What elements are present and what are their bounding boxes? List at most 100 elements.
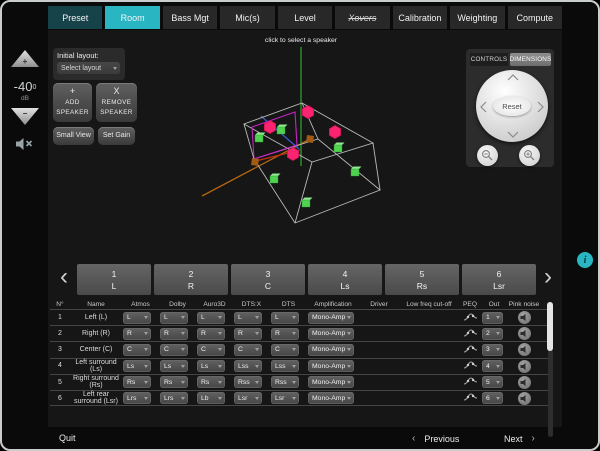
mute-button[interactable] bbox=[15, 137, 34, 156]
tab-level[interactable]: Level bbox=[278, 6, 332, 29]
dolby-select[interactable]: Lrs bbox=[160, 392, 188, 404]
pink-noise-button[interactable] bbox=[518, 327, 531, 340]
speaker-pink[interactable] bbox=[264, 121, 275, 134]
atmos-select[interactable]: R bbox=[123, 328, 151, 340]
channel-prev-button[interactable]: ‹ bbox=[60, 262, 68, 292]
speaker-pink[interactable] bbox=[302, 106, 313, 119]
speaker-green[interactable] bbox=[255, 135, 263, 142]
axis-handle-orange[interactable] bbox=[251, 158, 259, 166]
dolby-select[interactable]: Ls bbox=[160, 360, 188, 372]
channel-next-button[interactable]: › bbox=[544, 262, 552, 292]
pink-noise-button[interactable] bbox=[518, 360, 531, 373]
dts-select[interactable]: L bbox=[271, 312, 299, 324]
speaker-green[interactable] bbox=[302, 200, 310, 207]
volume-down-button[interactable]: − bbox=[11, 108, 39, 125]
output-select[interactable]: 5 bbox=[482, 376, 503, 388]
atmos-select[interactable]: Rs bbox=[123, 376, 151, 388]
atmos-select[interactable]: L bbox=[123, 312, 151, 324]
output-select[interactable]: 1 bbox=[482, 312, 503, 324]
peq-button[interactable] bbox=[459, 392, 481, 404]
atmos-select[interactable]: Ls bbox=[123, 360, 151, 372]
dts-select[interactable]: C bbox=[271, 344, 299, 356]
output-select[interactable]: 4 bbox=[482, 360, 503, 372]
tab-preset[interactable]: Preset bbox=[48, 6, 102, 29]
dolby-select[interactable]: L bbox=[160, 312, 188, 324]
speaker-green[interactable] bbox=[334, 145, 342, 152]
speaker-green[interactable] bbox=[270, 176, 278, 183]
tab-weighting[interactable]: Weighting bbox=[450, 6, 504, 29]
dtsx-select[interactable]: Rss bbox=[234, 376, 262, 388]
tab-mic-s-[interactable]: Mic(s) bbox=[220, 6, 274, 29]
tab-bass-mgt[interactable]: Bass Mgt bbox=[163, 6, 217, 29]
zoom-out-button[interactable] bbox=[477, 145, 498, 166]
output-select[interactable]: 2 bbox=[482, 328, 503, 340]
next-button[interactable]: Next › bbox=[504, 433, 535, 444]
dtsx-select[interactable]: C bbox=[234, 344, 262, 356]
peq-button[interactable] bbox=[459, 376, 481, 388]
channel-card-4[interactable]: 4Ls bbox=[308, 264, 382, 295]
dtsx-select[interactable]: R bbox=[234, 328, 262, 340]
tab-room[interactable]: Room bbox=[105, 6, 159, 29]
axis-handle-orange[interactable] bbox=[306, 135, 314, 143]
tab-controls[interactable]: CONTROLS bbox=[470, 53, 508, 66]
peq-button[interactable] bbox=[459, 328, 481, 340]
dtsx-select[interactable]: Lss bbox=[234, 360, 262, 372]
amplification-select[interactable]: Mono-Amp bbox=[308, 360, 354, 372]
dts-select[interactable]: Rss bbox=[271, 376, 299, 388]
amplification-select[interactable]: Mono-Amp bbox=[308, 392, 354, 404]
speaker-green[interactable] bbox=[351, 169, 359, 176]
auro3d-select[interactable]: Rs bbox=[197, 376, 225, 388]
auro3d-select[interactable]: R bbox=[197, 328, 225, 340]
auro3d-select[interactable]: Ls bbox=[197, 360, 225, 372]
volume-up-button[interactable]: + bbox=[11, 50, 39, 67]
chevron-right-icon[interactable] bbox=[537, 101, 544, 113]
pink-noise-button[interactable] bbox=[518, 376, 531, 389]
output-select[interactable]: 6 bbox=[482, 392, 503, 404]
pink-noise-button[interactable] bbox=[518, 343, 531, 356]
amplification-select[interactable]: Mono-Amp bbox=[308, 344, 354, 356]
tab-compute[interactable]: Compute bbox=[508, 6, 562, 29]
auro3d-select[interactable]: C bbox=[197, 344, 225, 356]
chevron-left-icon[interactable] bbox=[480, 101, 487, 113]
dolby-select[interactable]: C bbox=[160, 344, 188, 356]
auro3d-select[interactable]: Lb bbox=[197, 392, 225, 404]
dtsx-select[interactable]: Lsr bbox=[234, 392, 262, 404]
dts-select[interactable]: R bbox=[271, 328, 299, 340]
atmos-select[interactable]: C bbox=[123, 344, 151, 356]
speaker-green[interactable] bbox=[277, 127, 285, 134]
tab-calibration[interactable]: Calibration bbox=[393, 6, 447, 29]
quit-button[interactable]: Quit bbox=[59, 433, 76, 443]
auro3d-select[interactable]: L bbox=[197, 312, 225, 324]
reset-view-button[interactable]: Reset bbox=[493, 96, 531, 116]
pink-noise-button[interactable] bbox=[518, 392, 531, 405]
chevron-down-icon[interactable] bbox=[507, 131, 519, 138]
info-button[interactable]: i bbox=[577, 252, 593, 268]
channel-card-1[interactable]: 1L bbox=[77, 264, 151, 295]
peq-button[interactable] bbox=[459, 360, 481, 372]
dts-select[interactable]: Lsr bbox=[271, 392, 299, 404]
channel-card-3[interactable]: 3C bbox=[231, 264, 305, 295]
speaker-pink[interactable] bbox=[287, 148, 298, 161]
peq-button[interactable] bbox=[459, 344, 481, 356]
amplification-select[interactable]: Mono-Amp bbox=[308, 376, 354, 388]
peq-button[interactable] bbox=[459, 312, 481, 324]
amplification-select[interactable]: Mono-Amp bbox=[308, 312, 354, 324]
tab-dimensions[interactable]: DIMENSIONS bbox=[510, 53, 551, 66]
zoom-in-button[interactable] bbox=[519, 145, 540, 166]
tab-xovers[interactable]: Xovers bbox=[335, 6, 389, 29]
table-scrollbar-thumb[interactable] bbox=[547, 302, 553, 351]
previous-button[interactable]: ‹ Previous bbox=[412, 433, 459, 444]
amplification-select[interactable]: Mono-Amp bbox=[308, 328, 354, 340]
view-rotate-dpad[interactable]: Reset bbox=[476, 70, 548, 142]
atmos-select[interactable]: Lrs bbox=[123, 392, 151, 404]
chevron-up-icon[interactable] bbox=[507, 74, 519, 81]
dolby-select[interactable]: Rs bbox=[160, 376, 188, 388]
channel-card-5[interactable]: 5Rs bbox=[385, 264, 459, 295]
channel-card-6[interactable]: 6Lsr bbox=[462, 264, 536, 295]
channel-card-2[interactable]: 2R bbox=[154, 264, 228, 295]
dts-select[interactable]: Lss bbox=[271, 360, 299, 372]
dtsx-select[interactable]: L bbox=[234, 312, 262, 324]
output-select[interactable]: 3 bbox=[482, 344, 503, 356]
speaker-pink[interactable] bbox=[329, 126, 340, 139]
pink-noise-button[interactable] bbox=[518, 311, 531, 324]
